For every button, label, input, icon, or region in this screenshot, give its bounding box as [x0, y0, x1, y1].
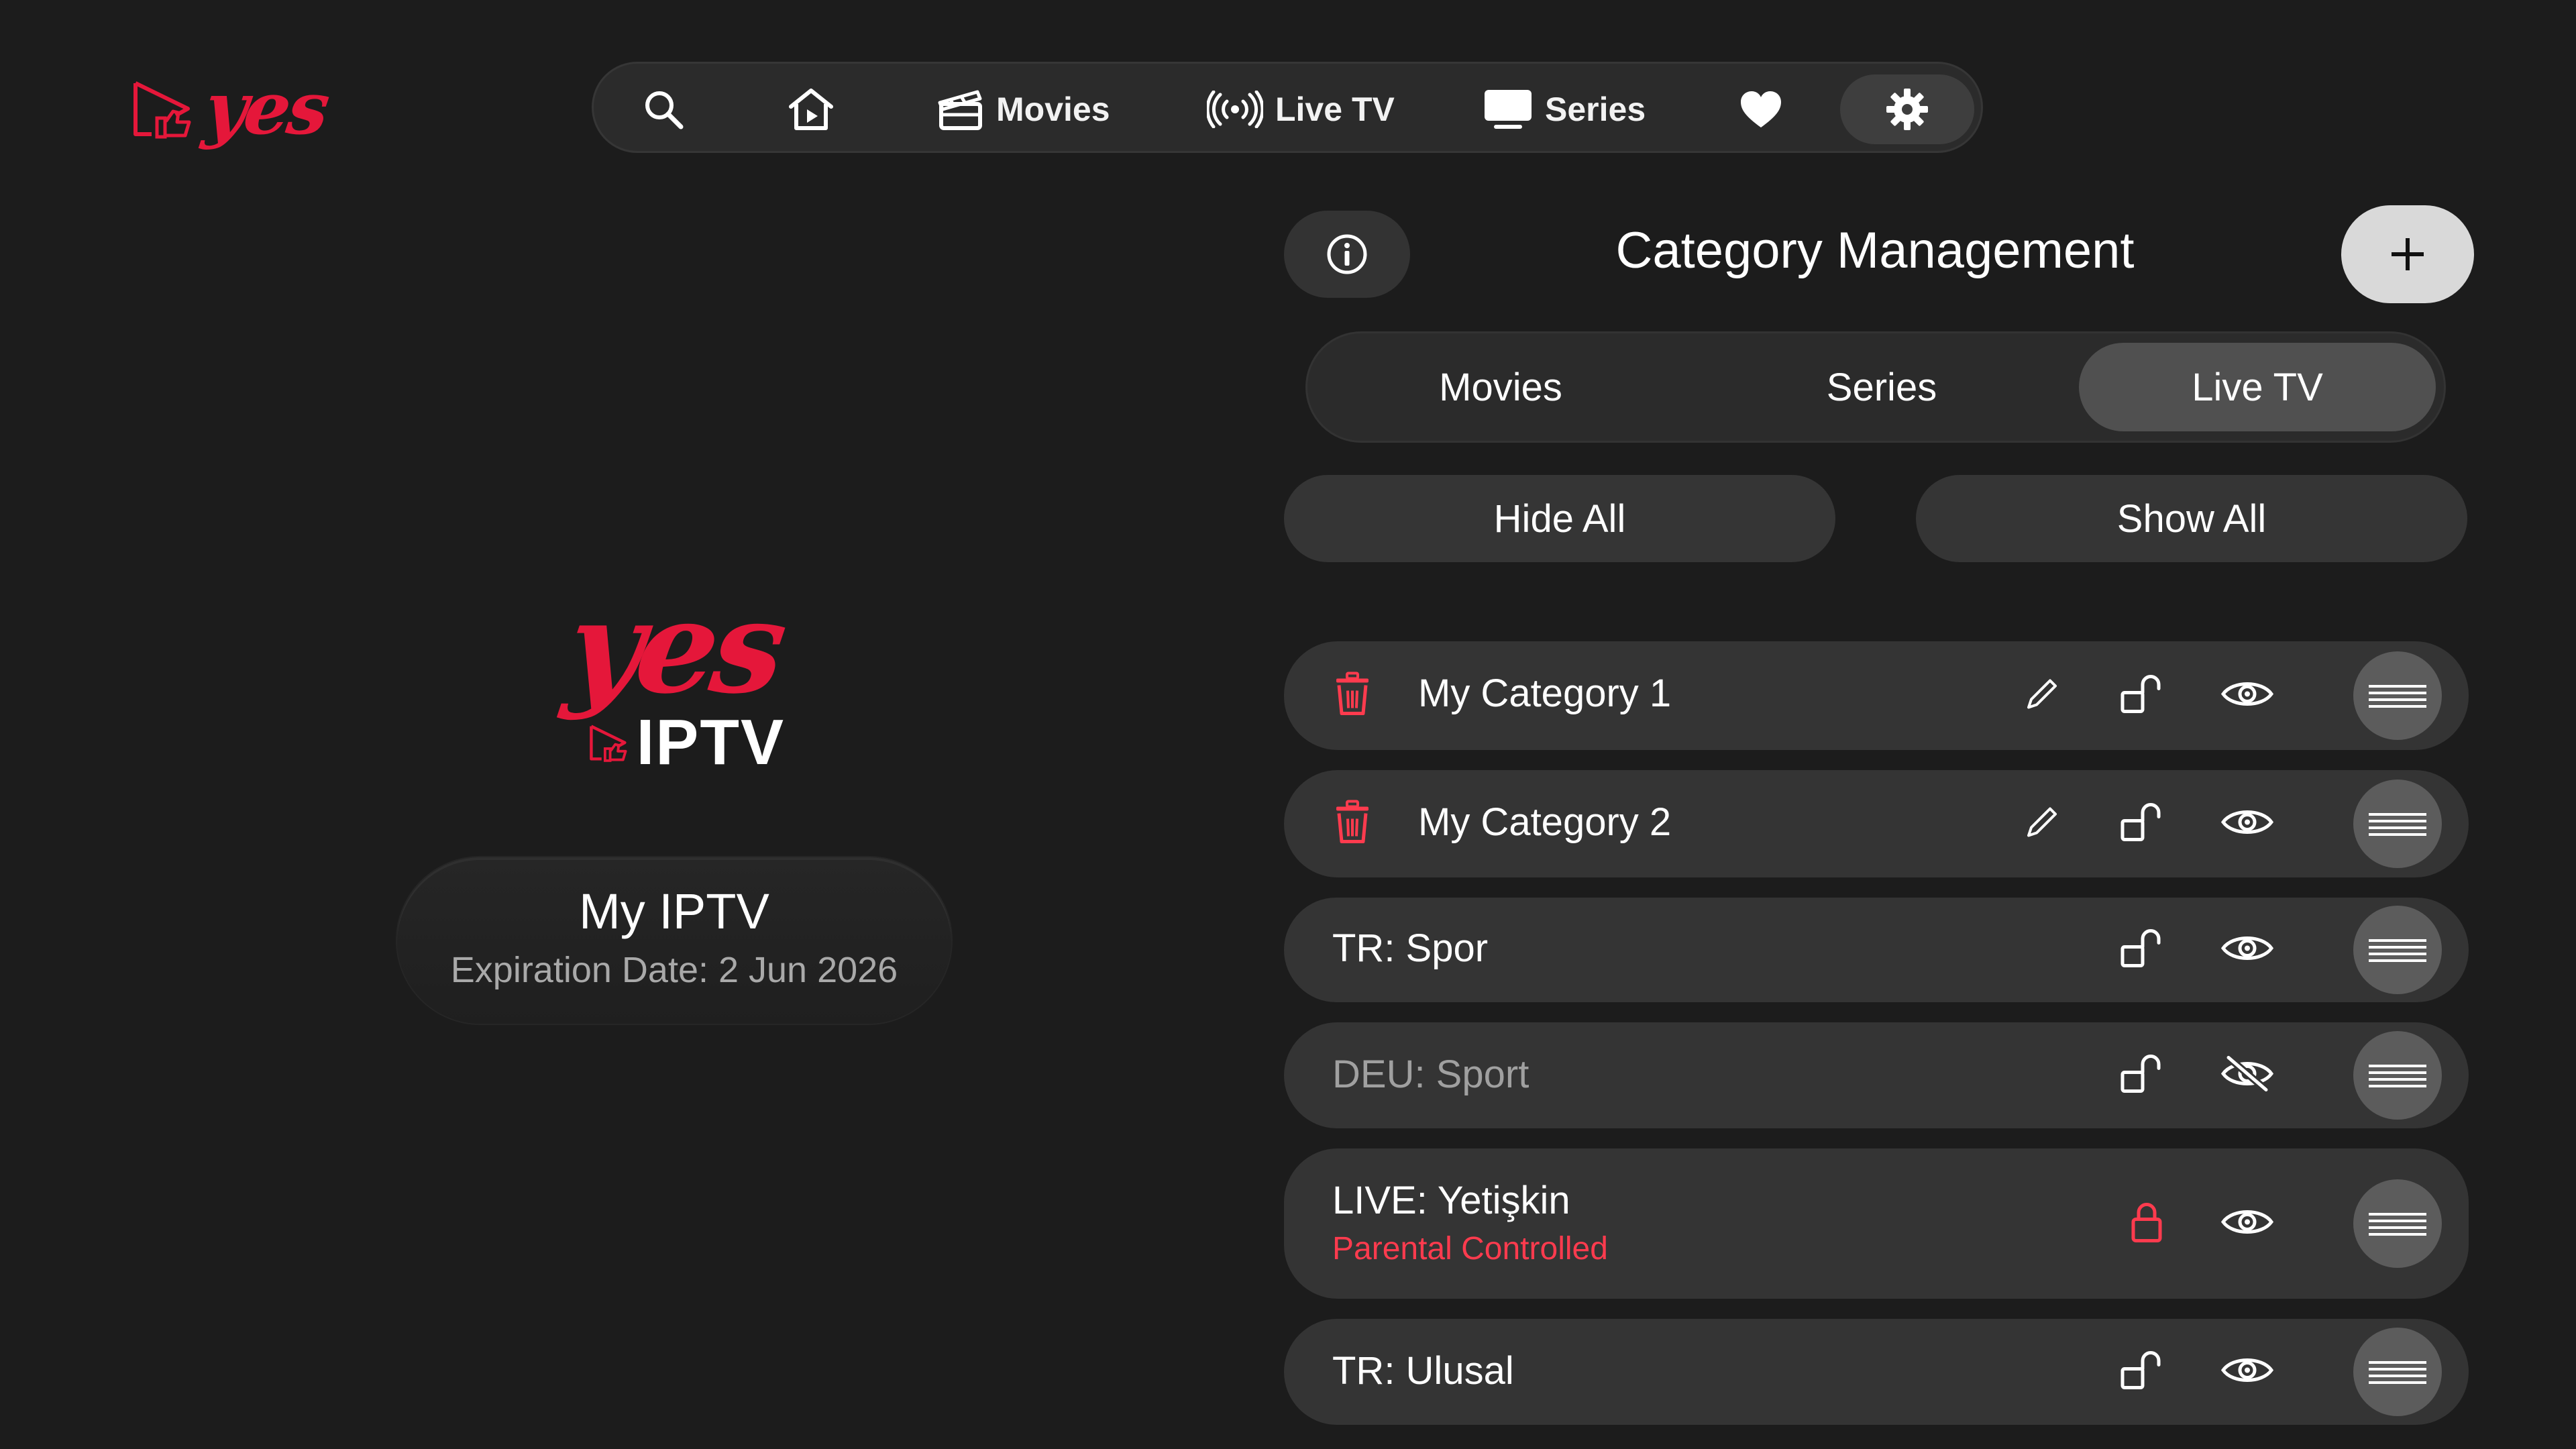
eye-slash-icon	[2220, 1055, 2274, 1093]
pencil-icon	[2027, 679, 2057, 709]
nav-live-tv[interactable]: Live TV	[1207, 74, 1395, 144]
nav-series-label: Series	[1545, 91, 1646, 128]
category-row[interactable]: My Category 1	[1284, 641, 2469, 750]
app-logo: yes	[129, 66, 332, 151]
account-name: My IPTV	[579, 883, 769, 939]
drag-handle[interactable]	[2353, 1179, 2442, 1268]
reorder-icon	[2369, 1361, 2426, 1384]
reorder-icon	[2369, 813, 2426, 836]
delete-button[interactable]	[1332, 800, 1373, 848]
gear-icon	[1886, 89, 1928, 130]
add-category-button[interactable]	[2341, 205, 2474, 303]
lock-icon	[2131, 1203, 2162, 1242]
unlocked-icon	[2121, 1351, 2161, 1389]
category-row[interactable]: TR: Spor	[1284, 898, 2469, 1002]
info-button[interactable]	[1284, 211, 1410, 298]
unlocked-icon	[2121, 675, 2161, 713]
edit-button[interactable]	[2023, 676, 2061, 716]
visibility-toggle[interactable]	[2220, 1354, 2274, 1391]
visibility-toggle[interactable]	[2220, 806, 2274, 843]
broadcast-icon	[1207, 91, 1263, 128]
delete-button[interactable]	[1332, 672, 1373, 720]
nav-movies[interactable]: Movies	[937, 74, 1110, 144]
drag-handle[interactable]	[2353, 1328, 2442, 1416]
hide-all-button[interactable]: Hide All	[1284, 475, 1835, 562]
tab-series[interactable]: Series	[1703, 343, 2060, 431]
reorder-icon	[2369, 939, 2426, 962]
eye-icon	[2220, 810, 2274, 834]
brand-logo-large: yes IPTV	[558, 572, 790, 780]
nav-home[interactable]	[787, 74, 835, 144]
eye-icon	[2220, 1358, 2274, 1382]
nav-search[interactable]	[642, 74, 685, 144]
nav-favorites[interactable]	[1739, 74, 1782, 144]
lock-toggle[interactable]	[2120, 1349, 2163, 1395]
category-row[interactable]: My Category 2	[1284, 770, 2469, 877]
content-type-tabs: Movies Series Live TV	[1305, 331, 2446, 443]
nav-live-tv-label: Live TV	[1275, 91, 1395, 128]
drag-handle[interactable]	[2353, 780, 2442, 868]
tab-movies[interactable]: Movies	[1322, 343, 1679, 431]
brand-wordmark: yes	[558, 572, 790, 722]
parental-control-label: Parental Controlled	[1332, 1231, 1608, 1267]
drag-handle[interactable]	[2353, 1031, 2442, 1120]
eye-icon	[2220, 936, 2274, 960]
reorder-icon	[2369, 685, 2426, 708]
lock-toggle[interactable]	[2120, 673, 2163, 719]
nav-series[interactable]: Series	[1483, 74, 1646, 144]
visibility-toggle[interactable]	[2220, 932, 2274, 969]
unlocked-icon	[2121, 803, 2161, 841]
reorder-icon	[2369, 1213, 2426, 1236]
tab-live-tv[interactable]: Live TV	[2079, 343, 2436, 431]
account-card[interactable]: My IPTV Expiration Date: 2 Jun 2026	[397, 857, 951, 1024]
category-row[interactable]: DEU: Sport	[1284, 1022, 2469, 1128]
category-name: TR: Spor	[1332, 926, 1489, 970]
trash-icon	[1336, 800, 1368, 843]
drag-handle[interactable]	[2353, 651, 2442, 740]
visibility-toggle[interactable]	[2220, 1055, 2274, 1096]
trash-icon	[1336, 672, 1368, 715]
eye-icon	[2220, 1210, 2274, 1234]
plus-icon	[2392, 238, 2424, 270]
category-name: LIVE: Yetişkin	[1332, 1179, 1570, 1222]
category-name: My Category 1	[1418, 672, 1672, 715]
visibility-toggle[interactable]	[2220, 678, 2274, 714]
thumbs-up-play-icon	[133, 81, 191, 139]
page-title: Category Management	[1615, 222, 2135, 279]
info-icon	[1327, 234, 1367, 274]
lock-toggle[interactable]	[2120, 927, 2163, 973]
logo-wordmark: yes	[199, 66, 333, 151]
category-name: TR: Ulusal	[1332, 1349, 1514, 1393]
lock-toggle[interactable]	[2131, 1201, 2163, 1247]
app-screen: yes Movies Live TV Series yes IPTV My IP…	[0, 0, 2576, 1449]
category-row[interactable]: LIVE: Yetişkin Parental Controlled	[1284, 1148, 2469, 1299]
home-icon	[789, 89, 833, 130]
category-row[interactable]: TR: Ulusal	[1284, 1319, 2469, 1425]
lock-toggle[interactable]	[2120, 1053, 2163, 1099]
thumbs-up-play-icon	[589, 724, 627, 762]
eye-icon	[2220, 682, 2274, 706]
category-name: My Category 2	[1418, 800, 1672, 844]
tv-icon	[1485, 90, 1532, 129]
drag-handle[interactable]	[2353, 906, 2442, 994]
edit-button[interactable]	[2023, 804, 2061, 845]
reorder-icon	[2369, 1065, 2426, 1087]
unlocked-icon	[2121, 1055, 2161, 1093]
category-name: DEU: Sport	[1332, 1053, 1529, 1096]
pencil-icon	[2027, 807, 2057, 837]
lock-toggle[interactable]	[2120, 801, 2163, 847]
nav-settings[interactable]	[1840, 74, 1974, 144]
top-navigation: Movies Live TV Series	[592, 62, 1983, 153]
account-expiration: Expiration Date: 2 Jun 2026	[450, 950, 898, 990]
unlocked-icon	[2121, 929, 2161, 967]
search-icon	[645, 91, 684, 129]
heart-icon	[1741, 91, 1781, 127]
show-all-button[interactable]: Show All	[1916, 475, 2467, 562]
clapperboard-icon	[938, 90, 982, 130]
visibility-toggle[interactable]	[2220, 1205, 2274, 1242]
nav-movies-label: Movies	[996, 91, 1110, 128]
